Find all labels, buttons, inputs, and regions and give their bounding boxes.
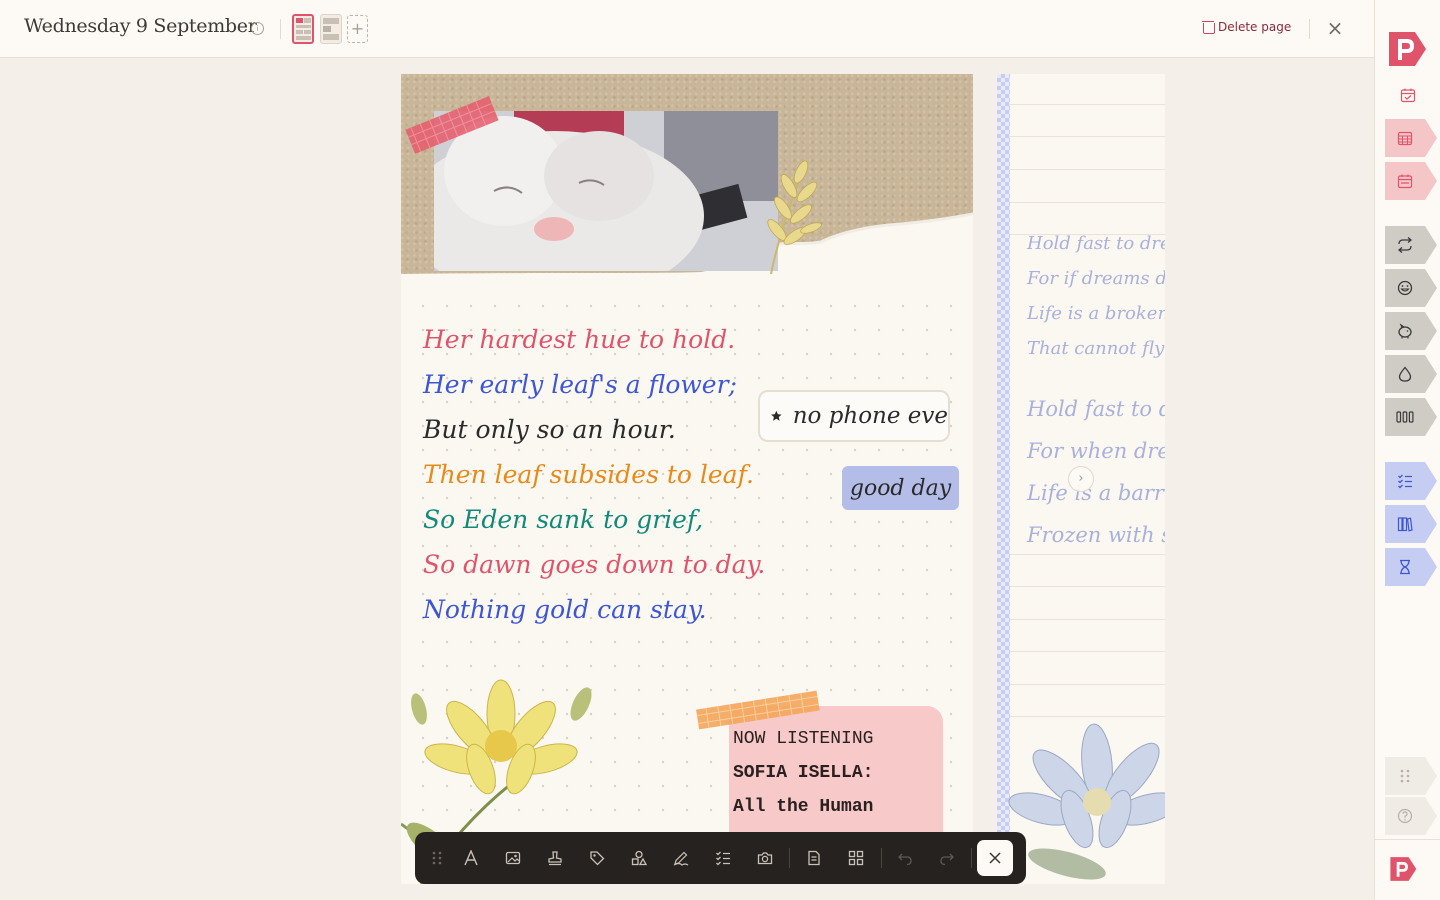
poem-line-3: But only so an hour. (423, 415, 676, 444)
right-sidebar (1374, 0, 1440, 900)
toolbar-close-button[interactable] (977, 840, 1013, 876)
wheat-sticker (767, 160, 822, 275)
poem-line-7: Nothing gold can stay. (423, 595, 707, 624)
now-listening-title: All the Human (733, 797, 874, 817)
grid-tab[interactable] (1385, 757, 1437, 795)
app-logo-small[interactable] (1389, 856, 1417, 882)
repeat-icon (1397, 237, 1413, 253)
delete-page-label: Delete page (1218, 20, 1292, 34)
tracker-tab[interactable] (1385, 398, 1437, 436)
piggy-icon (1398, 323, 1412, 339)
toolbar-divider (789, 848, 790, 868)
drag-handle-icon[interactable] (423, 844, 451, 872)
info-icon[interactable]: i (251, 22, 264, 35)
undo-icon[interactable] (891, 844, 919, 872)
app-logo (1389, 32, 1426, 66)
washi-tape-orange (696, 690, 820, 730)
page-thumbnail-1[interactable] (292, 14, 314, 44)
page-icon[interactable] (800, 844, 828, 872)
hourglass-icon (1400, 559, 1410, 575)
poem-line-2: Her early leaf's a flower; (423, 370, 737, 399)
monthly-tab[interactable] (1385, 119, 1437, 157)
next-page-verse-1: Hold fast to drea For if dreams die Life… (1027, 233, 1165, 359)
weekly-tab[interactable] (1385, 162, 1437, 200)
smile-icon (1397, 280, 1413, 296)
layout-icon[interactable] (842, 844, 870, 872)
calendar-week-icon (1397, 174, 1413, 189)
page-thumbnail-2[interactable] (320, 14, 342, 44)
checklist-icon[interactable] (709, 844, 737, 872)
books-icon (1397, 517, 1413, 532)
fitness-tab[interactable] (1385, 312, 1437, 350)
bars-icon (1396, 411, 1414, 423)
no-phone-sticker[interactable]: no phone eve (758, 390, 950, 442)
toolbar-divider (881, 848, 882, 868)
daily-tab[interactable] (1375, 76, 1437, 114)
habit-tab[interactable] (1385, 226, 1437, 264)
calendar-grid-icon (1397, 131, 1413, 146)
calendar-check-icon (1400, 88, 1416, 103)
toolbar-divider (971, 848, 972, 868)
stamp-icon[interactable] (541, 844, 569, 872)
pen-icon[interactable] (667, 844, 695, 872)
journal-page[interactable]: Her hardest hue to hold. Her early leaf'… (401, 74, 973, 884)
books-tab[interactable] (1385, 505, 1437, 543)
poem-line-5: So Eden sank to grief, (423, 505, 704, 534)
delete-page-button[interactable]: Delete page (1202, 20, 1292, 34)
redo-icon[interactable] (933, 844, 961, 872)
timer-tab[interactable] (1385, 548, 1437, 586)
water-tab[interactable] (1385, 355, 1437, 393)
poem-line-4: Then leaf subsides to leaf. (423, 460, 754, 489)
next-page-arrow-icon[interactable]: › (1068, 466, 1094, 492)
next-page-verse-2: Hold fast to dr For when drea Life is a … (1027, 397, 1165, 547)
shapes-icon[interactable] (625, 844, 653, 872)
help-tab[interactable] (1385, 797, 1437, 835)
star-icon (771, 410, 782, 421)
no-phone-text: no phone eve (792, 403, 948, 429)
header-divider (280, 19, 281, 39)
help-icon (1397, 808, 1413, 824)
poem-line-6: So dawn goes down to day. (423, 550, 766, 579)
page-header: Wednesday 9 September i + Delete page × (0, 0, 1374, 58)
close-icon[interactable]: × (1325, 18, 1345, 38)
header-divider-right (1309, 19, 1310, 39)
now-listening-artist: SOFIA ISELLA: (733, 763, 874, 783)
poem-line-1: Her hardest hue to hold. (423, 325, 736, 354)
todo-tab[interactable] (1385, 462, 1437, 500)
tag-icon[interactable] (583, 844, 611, 872)
trash-icon (1202, 21, 1215, 34)
mood-tab[interactable] (1385, 269, 1437, 307)
add-page-button[interactable]: + (347, 15, 368, 43)
text-icon[interactable] (457, 844, 485, 872)
sidebar-divider (1375, 839, 1440, 840)
close-icon (989, 852, 1001, 864)
dots-grid-icon (1400, 769, 1410, 783)
washi-tape-pink (405, 96, 499, 154)
drop-icon (1398, 366, 1412, 382)
good-day-sticker[interactable]: good day (842, 466, 959, 510)
checklist-icon (1398, 474, 1412, 489)
page-date-title: Wednesday 9 September (24, 15, 257, 37)
image-icon[interactable] (499, 844, 527, 872)
camera-icon[interactable] (751, 844, 779, 872)
poem-text[interactable]: Her hardest hue to hold. Her early leaf'… (423, 317, 765, 632)
editor-toolbar (415, 832, 1026, 884)
